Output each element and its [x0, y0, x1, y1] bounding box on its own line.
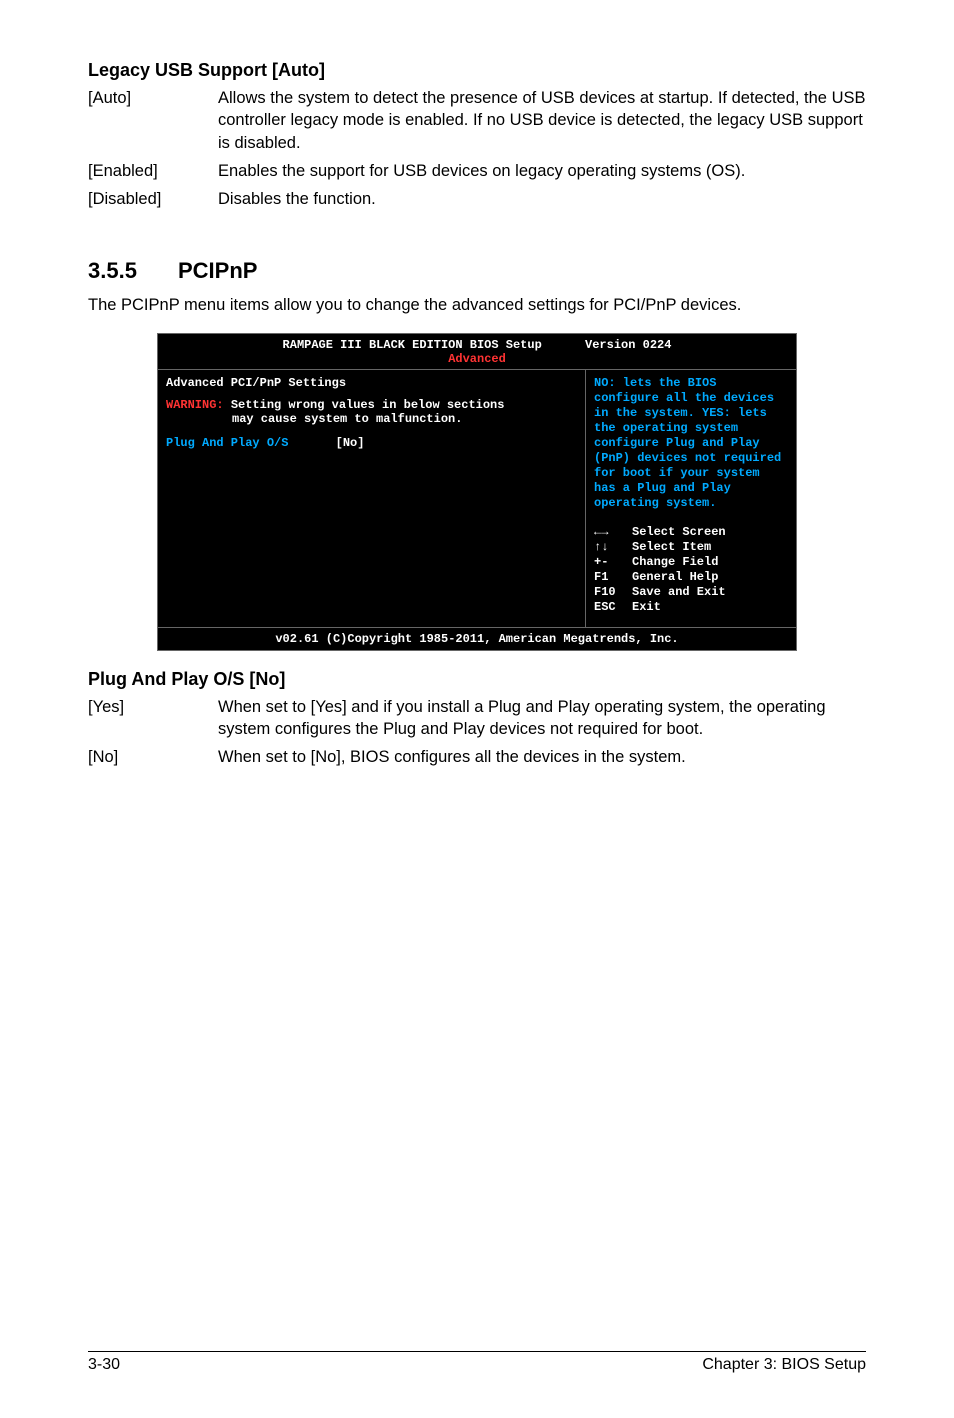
legacy-row: [Auto] Allows the system to detect the p… [88, 87, 866, 154]
pcipnp-heading: 3.5.5PCIPnP [88, 258, 866, 284]
nav-action: Save and Exit [632, 585, 726, 600]
option-val: Allows the system to detect the presence… [218, 87, 866, 154]
nav-key: ↑↓ [594, 540, 632, 555]
bios-warning-text2: may cause system to malfunction. [166, 412, 577, 426]
section-title: PCIPnP [178, 258, 257, 283]
legacy-row: [Disabled] Disables the function. [88, 188, 866, 210]
nav-action: Select Item [632, 540, 711, 555]
bios-nav-row: ←→Select Screen [594, 525, 788, 540]
nav-key: F10 [594, 585, 632, 600]
plug-row: [Yes] When set to [Yes] and if you insta… [88, 696, 866, 741]
option-key: [Yes] [88, 696, 218, 741]
nav-action: General Help [632, 570, 718, 585]
plug-list: [Yes] When set to [Yes] and if you insta… [88, 696, 866, 769]
nav-action: Change Field [632, 555, 718, 570]
nav-key: +- [594, 555, 632, 570]
bios-tab-advanced[interactable]: Advanced [158, 352, 796, 370]
option-key: [Disabled] [88, 188, 218, 210]
bios-left-pane: Advanced PCI/PnP Settings WARNING: Setti… [158, 370, 586, 627]
bios-item-row[interactable]: Plug And Play O/S [No] [166, 436, 577, 450]
bios-item-value: [No] [336, 436, 365, 450]
chapter-label: Chapter 3: BIOS Setup [702, 1356, 866, 1374]
page-number: 3-30 [88, 1356, 120, 1374]
bios-title-left: RAMPAGE III BLACK EDITION BIOS Setup [283, 338, 542, 352]
bios-screen: RAMPAGE III BLACK EDITION BIOS Setup Ver… [157, 333, 797, 651]
plug-title: Plug And Play O/S [No] [88, 669, 866, 690]
plug-row: [No] When set to [No], BIOS configures a… [88, 746, 866, 768]
bios-nav-keys: ←→Select Screen ↑↓Select Item +-Change F… [594, 525, 788, 615]
option-key: [Auto] [88, 87, 218, 154]
bios-warning: WARNING: Setting wrong values in below s… [166, 398, 577, 412]
pcipnp-intro: The PCIPnP menu items allow you to chang… [88, 294, 866, 316]
option-val: When set to [Yes] and if you install a P… [218, 696, 866, 741]
legacy-list: [Auto] Allows the system to detect the p… [88, 87, 866, 210]
legacy-row: [Enabled] Enables the support for USB de… [88, 160, 866, 182]
bios-footer: v02.61 (C)Copyright 1985-2011, American … [158, 627, 796, 650]
bios-warning-text: Setting wrong values in below sections [231, 398, 505, 412]
nav-action: Exit [632, 600, 661, 615]
nav-key: ←→ [594, 525, 632, 540]
option-val: Enables the support for USB devices on l… [218, 160, 866, 182]
bios-title-right: Version 0224 [585, 338, 671, 352]
bios-nav-row: ↑↓Select Item [594, 540, 788, 555]
option-key: [No] [88, 746, 218, 768]
section-number: 3.5.5 [88, 258, 178, 284]
option-key: [Enabled] [88, 160, 218, 182]
bios-left-heading: Advanced PCI/PnP Settings [166, 376, 577, 390]
bios-body: Advanced PCI/PnP Settings WARNING: Setti… [158, 370, 796, 627]
bios-nav-row: F1General Help [594, 570, 788, 585]
bios-warning-label: WARNING: [166, 398, 224, 412]
bios-item-label: Plug And Play O/S [166, 436, 288, 450]
page-footer: 3-30 Chapter 3: BIOS Setup [88, 1351, 866, 1374]
option-val: Disables the function. [218, 188, 866, 210]
nav-key: F1 [594, 570, 632, 585]
bios-right-pane: NO: lets the BIOS configure all the devi… [586, 370, 796, 627]
bios-nav-row: ESCExit [594, 600, 788, 615]
legacy-title: Legacy USB Support [Auto] [88, 60, 866, 81]
option-val: When set to [No], BIOS configures all th… [218, 746, 866, 768]
nav-key: ESC [594, 600, 632, 615]
bios-help-text: NO: lets the BIOS configure all the devi… [594, 376, 788, 511]
bios-title-bar: RAMPAGE III BLACK EDITION BIOS Setup Ver… [158, 334, 796, 352]
nav-action: Select Screen [632, 525, 726, 540]
bios-nav-row: F10Save and Exit [594, 585, 788, 600]
bios-nav-row: +-Change Field [594, 555, 788, 570]
